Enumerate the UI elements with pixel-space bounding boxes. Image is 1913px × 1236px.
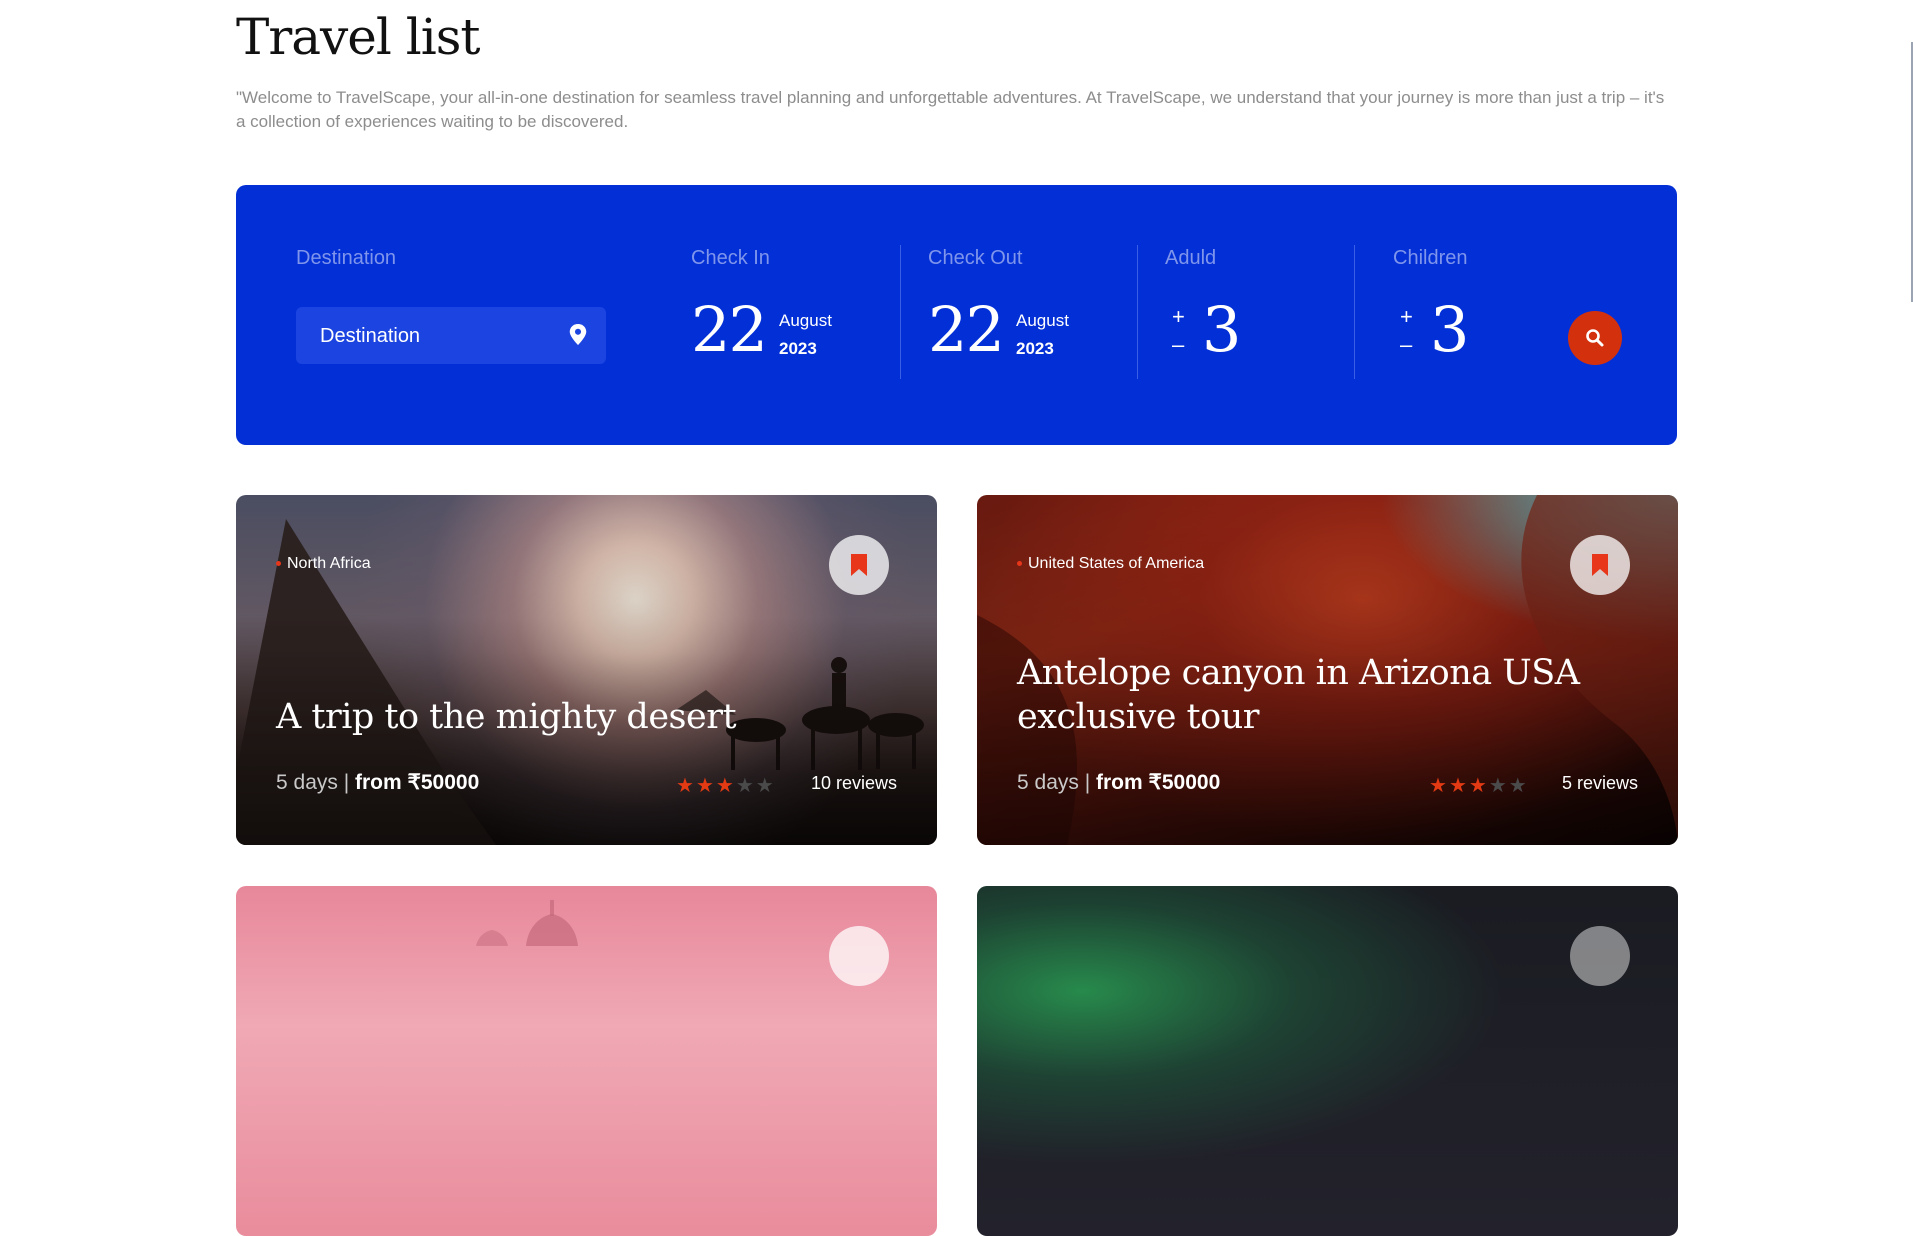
tour-meta: 5 days | from ₹50000 xyxy=(276,771,480,794)
bookmark-button[interactable] xyxy=(829,535,889,595)
page-title: Travel list xyxy=(236,8,481,66)
adult-count: 3 xyxy=(1202,293,1241,366)
location-pin-icon xyxy=(569,324,587,346)
bookmark-button[interactable] xyxy=(1570,535,1630,595)
divider xyxy=(900,245,901,379)
check-out-label: Check Out xyxy=(928,247,1023,269)
rating-stars: ★★★★★ xyxy=(676,773,776,798)
star-icon: ★ xyxy=(1508,775,1529,797)
star-icon: ★ xyxy=(1448,775,1469,797)
reviews-count[interactable]: 5 reviews xyxy=(1562,773,1638,794)
tour-card[interactable]: North Africa A trip to the mighty desert… xyxy=(236,495,937,845)
children-count: 3 xyxy=(1430,293,1469,366)
star-icon: ★ xyxy=(735,775,756,797)
children-label: Children xyxy=(1393,247,1468,269)
tour-title[interactable]: Antelope canyon in Arizona USA exclusive… xyxy=(1017,651,1637,739)
check-in-year: 2023 xyxy=(779,339,817,358)
adult-decrement-button[interactable]: – xyxy=(1172,334,1184,356)
divider xyxy=(1354,245,1355,379)
star-icon: ★ xyxy=(1488,775,1509,797)
tour-card[interactable]: United States of America Antelope canyon… xyxy=(977,495,1678,845)
dot-icon xyxy=(276,561,281,567)
star-icon: ★ xyxy=(715,775,736,797)
intro-text: "Welcome to TravelScape, your all-in-one… xyxy=(236,88,1665,131)
bookmark-icon xyxy=(1592,554,1608,576)
star-icon: ★ xyxy=(695,775,716,797)
region-label: North Africa xyxy=(276,555,371,573)
destination-input[interactable]: Destination xyxy=(296,307,606,364)
star-icon: ★ xyxy=(676,775,696,797)
check-in-label: Check In xyxy=(691,247,770,269)
adult-increment-button[interactable]: + xyxy=(1172,306,1185,328)
reviews-count[interactable]: 10 reviews xyxy=(811,773,897,794)
bookmark-icon xyxy=(851,554,867,576)
region-label: United States of America xyxy=(1017,555,1204,573)
bookmark-button[interactable] xyxy=(829,926,889,986)
destination-label: Destination xyxy=(296,247,397,269)
check-out-year: 2023 xyxy=(1016,339,1054,358)
search-button[interactable] xyxy=(1568,311,1622,365)
divider xyxy=(1137,245,1138,379)
rating-stars: ★★★★★ xyxy=(1429,773,1529,798)
bookmark-button[interactable] xyxy=(1570,926,1630,986)
search-panel: Destination Destination Check In 22 Augu… xyxy=(236,185,1677,445)
tour-meta: 5 days | from ₹50000 xyxy=(1017,771,1221,794)
tour-card[interactable] xyxy=(236,886,937,1236)
star-icon: ★ xyxy=(1468,775,1489,797)
children-decrement-button[interactable]: – xyxy=(1400,334,1412,356)
adult-label: Aduld xyxy=(1165,247,1217,269)
search-icon xyxy=(1586,329,1604,347)
tour-title[interactable]: A trip to the mighty desert xyxy=(276,695,896,739)
star-icon: ★ xyxy=(1429,775,1449,797)
check-in-month: August xyxy=(779,311,832,330)
children-increment-button[interactable]: + xyxy=(1400,306,1413,328)
tour-card[interactable] xyxy=(977,886,1678,1236)
check-out-month: August xyxy=(1016,311,1069,330)
aurora-photo xyxy=(977,886,1678,1236)
dot-icon xyxy=(1017,561,1022,567)
check-out-day[interactable]: 22 xyxy=(928,297,1005,363)
dome-silhouette-icon xyxy=(476,900,578,946)
star-icon: ★ xyxy=(755,775,776,797)
check-in-day[interactable]: 22 xyxy=(691,297,768,363)
destination-value: Destination xyxy=(320,325,421,347)
